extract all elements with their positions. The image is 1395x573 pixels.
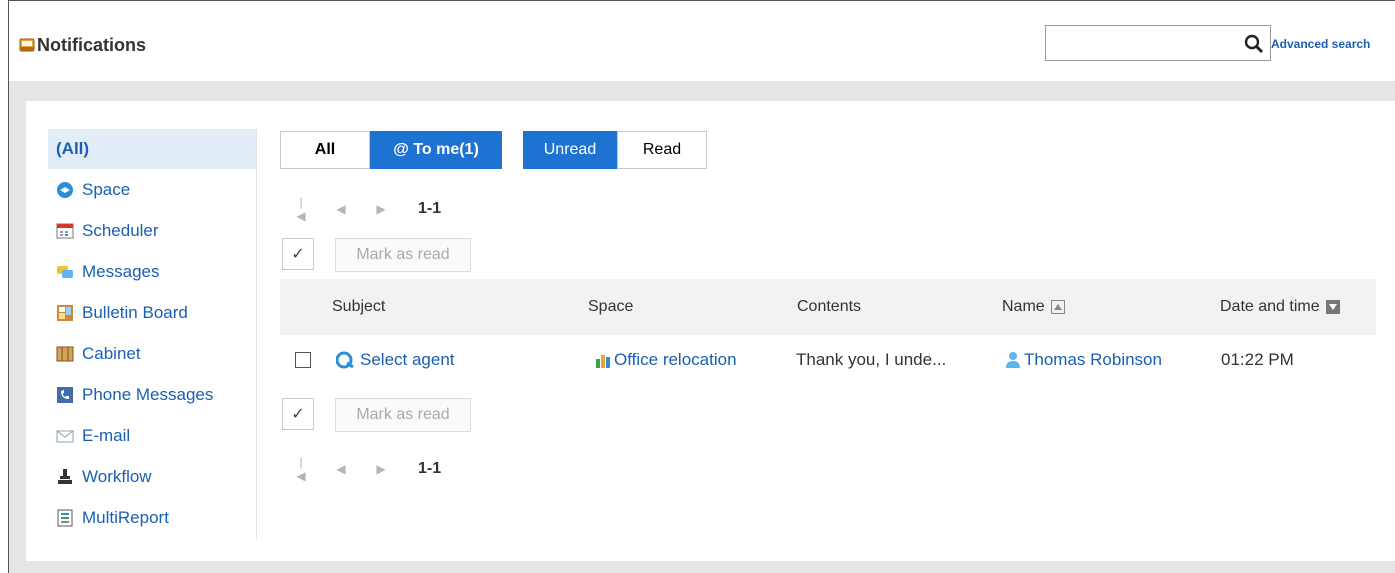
filter-read-button[interactable]: Read <box>617 131 707 169</box>
sidebar-item-multireport[interactable]: MultiReport <box>48 497 256 538</box>
notification-tray-icon <box>19 38 35 52</box>
scope-filter: All @ To me(1) <box>280 131 502 169</box>
user-link[interactable]: Thomas Robinson <box>1024 350 1162 370</box>
calendar-icon <box>56 223 74 238</box>
pager-bottom: |◀ ◀ ▶ 1-1 <box>296 455 441 483</box>
mark-as-read-button[interactable]: Mark as read <box>335 238 471 272</box>
space-link[interactable]: Office relocation <box>614 350 737 370</box>
multireport-icon <box>57 509 73 526</box>
first-page-icon[interactable]: |◀ <box>296 455 306 483</box>
sidebar-item-label: (All) <box>56 139 90 158</box>
column-name: Name <box>1002 279 1065 335</box>
page-title: Notifications <box>19 34 146 56</box>
filter-all-button[interactable]: All <box>280 131 370 169</box>
sidebar-item-label: Messages <box>82 261 160 281</box>
page-range: 1-1 <box>418 200 442 217</box>
sort-descending-icon[interactable] <box>1325 300 1340 314</box>
status-filter: Unread Read <box>523 131 707 169</box>
name-cell: Thomas Robinson <box>1004 335 1162 385</box>
sort-ascending-icon[interactable] <box>1050 300 1065 314</box>
sidebar-item-cabinet[interactable]: Cabinet <box>48 333 256 374</box>
phone-icon <box>57 386 73 403</box>
table-row: Select agent Office relocation Thank you… <box>280 335 1376 385</box>
sidebar-item-email[interactable]: E-mail <box>48 415 256 456</box>
sidebar-item-label: Space <box>82 179 131 199</box>
select-all-button-bottom[interactable]: ✓ <box>282 398 314 430</box>
sidebar-item-phone-messages[interactable]: Phone Messages <box>48 374 256 415</box>
column-subject: Subject <box>332 298 386 315</box>
sidebar-item-scheduler[interactable]: Scheduler <box>48 210 256 251</box>
subject-cell: Select agent <box>336 335 455 385</box>
sidebar-item-label: Bulletin Board <box>82 302 188 322</box>
sidebar-item-bulletin-board[interactable]: Bulletin Board <box>48 292 256 333</box>
sidebar-item-messages[interactable]: Messages <box>48 251 256 292</box>
column-datetime-label: Date and time <box>1220 298 1320 315</box>
datetime-cell: 01:22 PM <box>1221 350 1294 369</box>
space-discussion-icon <box>336 351 354 369</box>
advanced-search-link[interactable]: Advanced search <box>1271 37 1370 51</box>
subject-link[interactable]: Select agent <box>360 350 455 370</box>
search-input[interactable] <box>1050 28 1234 60</box>
search-icon[interactable] <box>1244 34 1264 54</box>
filter-to-me-button[interactable]: @ To me(1) <box>370 131 502 169</box>
app-filter-sidebar: (All) Space Scheduler Messages Bulletin … <box>48 129 257 539</box>
space-icon <box>57 181 73 198</box>
column-name-label: Name <box>1002 298 1045 315</box>
column-contents: Contents <box>797 298 862 315</box>
sidebar-item-label: E-mail <box>82 425 131 445</box>
header-bar: Notifications Advanced search <box>9 1 1395 81</box>
first-page-icon[interactable]: |◀ <box>296 195 306 223</box>
mail-icon <box>56 430 74 442</box>
user-icon <box>1006 352 1020 368</box>
pager-top: |◀ ◀ ▶ 1-1 <box>296 195 441 223</box>
sidebar-item-space[interactable]: Space <box>48 169 256 210</box>
page-range: 1-1 <box>418 460 442 477</box>
select-all-button[interactable]: ✓ <box>282 238 314 270</box>
messages-icon <box>57 265 73 278</box>
sidebar-item-label: Phone Messages <box>82 384 214 404</box>
prev-page-icon[interactable]: ◀ <box>336 202 346 216</box>
notifications-window: Notifications Advanced search (All) Spac… <box>8 0 1395 573</box>
row-checkbox-cell <box>295 335 311 385</box>
sidebar-item-workflow[interactable]: Workflow <box>48 456 256 497</box>
prev-page-icon[interactable]: ◀ <box>336 462 346 476</box>
bulletin-board-icon <box>57 304 73 321</box>
search-box <box>1045 25 1271 61</box>
filter-unread-button[interactable]: Unread <box>523 131 617 169</box>
sidebar-item-label: MultiReport <box>82 507 169 527</box>
sidebar-item-label: Workflow <box>82 466 152 486</box>
column-space: Space <box>588 298 634 315</box>
column-datetime: Date and time <box>1220 279 1340 335</box>
space-chart-icon <box>596 355 610 368</box>
sidebar-item-label: Cabinet <box>82 343 141 363</box>
sidebar-item-label: Scheduler <box>82 220 159 240</box>
mark-as-read-button-bottom[interactable]: Mark as read <box>335 398 471 432</box>
space-cell: Office relocation <box>594 335 737 385</box>
next-page-icon[interactable]: ▶ <box>376 462 386 476</box>
workflow-stamp-icon <box>58 468 72 484</box>
row-checkbox[interactable] <box>295 352 311 368</box>
next-page-icon[interactable]: ▶ <box>376 202 386 216</box>
contents-cell: Thank you, I unde... <box>796 350 947 369</box>
sidebar-item-all[interactable]: (All) <box>48 129 256 169</box>
cabinet-icon <box>56 346 74 361</box>
page-title-text: Notifications <box>37 34 147 55</box>
main-panel: (All) Space Scheduler Messages Bulletin … <box>26 101 1395 561</box>
table-header: Subject Space Contents Name Date and tim… <box>280 279 1376 335</box>
